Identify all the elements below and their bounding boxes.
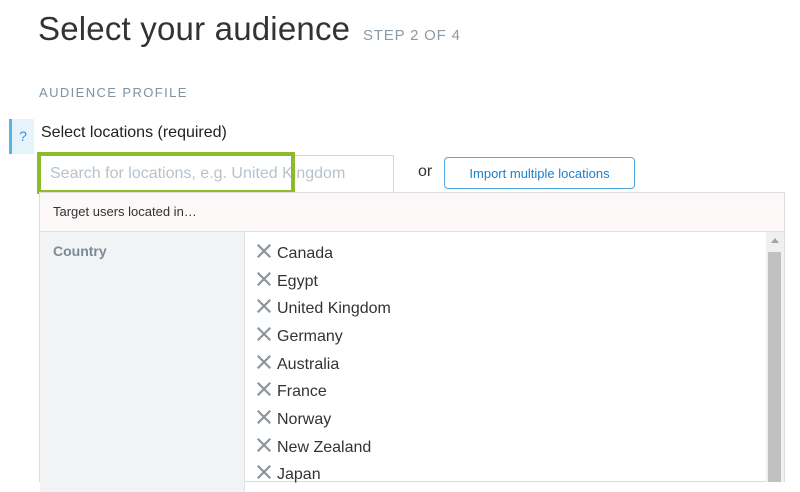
location-name: Germany — [277, 327, 343, 345]
step-indicator: STEP 2 OF 4 — [363, 27, 461, 44]
remove-location-close-icon[interactable] — [257, 326, 271, 341]
location-item: United Kingdom — [257, 295, 391, 323]
location-search-input[interactable] — [40, 156, 393, 192]
location-item: Japan — [257, 462, 391, 490]
remove-location-close-icon[interactable] — [257, 299, 271, 314]
target-locations-panel: Target users located in… Country Canada E… — [39, 192, 785, 492]
location-name: Canada — [277, 244, 334, 262]
location-item: Germany — [257, 323, 391, 351]
location-item: Norway — [257, 406, 391, 434]
location-search-container — [39, 155, 394, 193]
remove-location-close-icon[interactable] — [257, 465, 271, 480]
import-multiple-locations-button[interactable]: Import multiple locations — [444, 157, 635, 189]
location-name: Australia — [277, 355, 340, 373]
country-group: Country — [40, 232, 245, 492]
location-name: Norway — [277, 410, 332, 428]
country-group-label: Country — [53, 243, 107, 259]
help-icon[interactable]: ? — [9, 119, 34, 154]
location-item: France — [257, 378, 391, 406]
location-list-scrollbar[interactable] — [766, 232, 784, 482]
remove-location-close-icon[interactable] — [257, 271, 271, 286]
location-item: Australia — [257, 351, 391, 379]
page-title: Select your audience — [38, 10, 351, 47]
location-item: Canada — [257, 240, 391, 268]
location-item: New Zealand — [257, 434, 391, 462]
or-text: or — [418, 163, 433, 180]
location-name: Japan — [277, 466, 321, 484]
locations-label: Select locations (required) — [41, 124, 227, 141]
location-list: Canada Egypt United Kingdom Germany Australi… — [257, 240, 391, 489]
location-item: Egypt — [257, 268, 391, 296]
remove-location-close-icon[interactable] — [257, 437, 271, 452]
scroll-up-arrow-icon[interactable] — [766, 232, 784, 249]
location-name: France — [277, 383, 327, 401]
remove-location-close-icon[interactable] — [257, 409, 271, 424]
location-name: New Zealand — [277, 438, 372, 456]
location-name: Egypt — [277, 272, 318, 290]
scroll-thumb[interactable] — [768, 252, 781, 482]
target-header: Target users located in… — [40, 193, 784, 232]
remove-location-close-icon[interactable] — [257, 243, 271, 258]
section-heading: AUDIENCE PROFILE — [39, 85, 188, 100]
location-name: United Kingdom — [277, 300, 391, 318]
remove-location-close-icon[interactable] — [257, 354, 271, 369]
remove-location-close-icon[interactable] — [257, 382, 271, 397]
